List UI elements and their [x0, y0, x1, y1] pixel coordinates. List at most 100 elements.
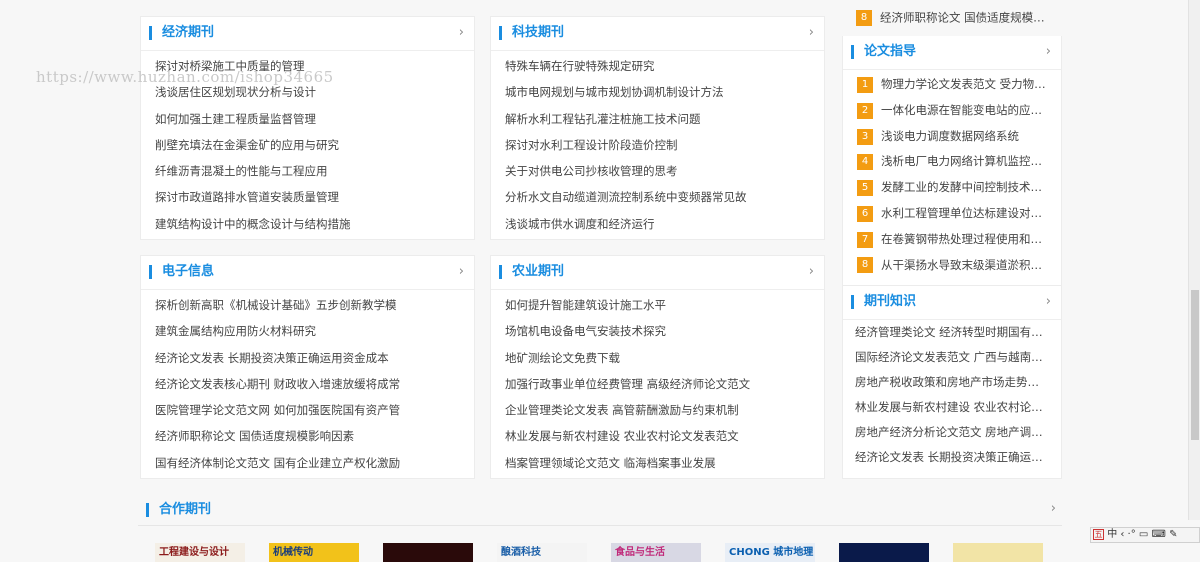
rank-badge: 6	[857, 205, 873, 222]
card-economy: 经济期刊 › 探讨对桥梁施工中质量的管理 浅谈居住区规划现状分析与设计 如何加强…	[140, 16, 475, 240]
card-guide: 论文指导 › 1 物理力学论文发表范文 受力物… 2 一体化电源在智能变电站的应… …	[842, 36, 1062, 286]
list-item[interactable]: 城市电网规划与城市规划协调机制设计方法	[505, 79, 824, 105]
journal-cover[interactable]: 工程建设与设计	[155, 543, 245, 562]
list-item[interactable]: 特殊车辆在行驶特殊规定研究	[505, 53, 824, 79]
journal-cover[interactable]	[839, 543, 929, 562]
chevron-right-icon[interactable]: ›	[1046, 44, 1051, 59]
card-header: 论文指导 ›	[843, 36, 1061, 70]
list-item[interactable]: 4 浅析电厂电力网络计算机监控…	[857, 149, 1061, 175]
list-item[interactable]: 探讨对水利工程设计阶段造价控制	[505, 132, 824, 158]
journal-cover-label: 酿酒科技	[501, 547, 541, 558]
list-item[interactable]: 档案管理领域论文范文 临海档案事业发展	[505, 450, 824, 476]
card-electronic: 电子信息 › 探析创新高职《机械设计基础》五步创新教学模 建筑金属结构应用防火材…	[140, 255, 475, 479]
list-item[interactable]: 企业管理类论文发表 高管薪酬激励与约束机制	[505, 397, 824, 423]
list-item-label: 水利工程管理单位达标建设对…	[881, 205, 1042, 220]
journal-cover[interactable]: 机械传动	[269, 543, 359, 562]
chevron-right-icon[interactable]: ›	[1051, 501, 1056, 516]
card-title: 农业期刊	[499, 265, 564, 279]
card-header: 期刊知识 ›	[843, 286, 1061, 320]
ime-toolbar[interactable]: 五 中 ‹ ·° ▭ ⌨ ✎	[1090, 527, 1200, 543]
chevron-right-icon[interactable]: ›	[459, 25, 464, 40]
coop-title: 合作期刊	[146, 503, 211, 517]
list-item[interactable]: 建筑金属结构应用防火材料研究	[155, 318, 474, 344]
journal-cover[interactable]: CHONG 城市地理	[725, 543, 815, 562]
list-item[interactable]: 房地产税收政策和房地产市场走势…	[855, 370, 1061, 395]
scrollbar-thumb[interactable]	[1191, 290, 1199, 440]
journal-cover-label: 机械传动	[273, 547, 313, 558]
coop-header: 合作期刊 ›	[138, 496, 1062, 526]
rank-badge: 8	[857, 257, 873, 274]
list-item[interactable]: 场馆机电设备电气安装技术探究	[505, 318, 824, 344]
card-header: 农业期刊 ›	[491, 256, 824, 290]
card-tech: 科技期刊 › 特殊车辆在行驶特殊规定研究 城市电网规划与城市规划协调机制设计方法…	[490, 16, 825, 240]
list-item[interactable]: 如何加强土建工程质量监督管理	[155, 106, 474, 132]
list-item[interactable]: 8 经济师职称论文 国债适度规模…	[856, 8, 1045, 26]
article-list: 经济管理类论文 经济转型时期国有… 国际经济论文发表范文 广西与越南… 房地产税…	[843, 320, 1061, 470]
list-item[interactable]: 国有经济体制论文范文 国有企业建立产权化激励	[155, 450, 474, 476]
list-item-label: 物理力学论文发表范文 受力物…	[881, 77, 1046, 91]
list-item[interactable]: 经济论文发表 长期投资决策正确运…	[855, 445, 1061, 470]
card-title: 论文指导	[851, 45, 916, 59]
article-list: 如何提升智能建筑设计施工水平 场馆机电设备电气安装技术探究 地矿测绘论文免费下载…	[491, 290, 824, 476]
article-list: 探析创新高职《机械设计基础》五步创新教学模 建筑金属结构应用防火材料研究 经济论…	[141, 290, 474, 476]
list-item-label: 经济师职称论文 国债适度规模…	[880, 10, 1045, 25]
journal-cover[interactable]	[953, 543, 1043, 562]
list-item[interactable]: 经济论文发表 长期投资决策正确运用资金成本	[155, 345, 474, 371]
card-title: 期刊知识	[851, 295, 916, 309]
list-item[interactable]: 地矿测绘论文免费下载	[505, 345, 824, 371]
journal-cover[interactable]	[383, 543, 473, 562]
list-item[interactable]: 房地产经济分析论文范文 房地产调…	[855, 420, 1061, 445]
list-item[interactable]: 7 在卷簧钢带热处理过程使用和…	[857, 227, 1061, 253]
list-item[interactable]: 国际经济论文发表范文 广西与越南…	[855, 345, 1061, 370]
list-item[interactable]: 2 一体化电源在智能变电站的应…	[857, 98, 1061, 124]
rank-list: 1 物理力学论文发表范文 受力物… 2 一体化电源在智能变电站的应… 3 浅谈电力调度…	[843, 70, 1061, 278]
journal-cover-label: CHONG 城市地理	[729, 547, 814, 558]
list-item-label: 浅谈电力调度数据网络系统	[881, 128, 1019, 143]
journal-cover[interactable]: 酿酒科技	[497, 543, 587, 562]
watermark: https://www.huzhan.com/ishop34665	[36, 68, 334, 86]
list-item[interactable]: 经济师职称论文 国债适度规模影响因素	[155, 423, 474, 449]
card-header: 科技期刊 ›	[491, 17, 824, 51]
list-item[interactable]: 经济论文发表核心期刊 财政收入增速放缓将成常	[155, 371, 474, 397]
vertical-scrollbar[interactable]	[1188, 0, 1200, 520]
card-title: 经济期刊	[149, 26, 214, 40]
list-item[interactable]: 建筑结构设计中的概念设计与结构措施	[155, 211, 474, 237]
card-title: 科技期刊	[499, 26, 564, 40]
list-item[interactable]: 经济管理类论文 经济转型时期国有…	[855, 320, 1061, 345]
chevron-right-icon[interactable]: ›	[809, 264, 814, 279]
card-agriculture: 农业期刊 › 如何提升智能建筑设计施工水平 场馆机电设备电气安装技术探究 地矿测…	[490, 255, 825, 479]
journal-cover-label: 工程建设与设计	[159, 547, 229, 558]
list-item[interactable]: 解析水利工程钻孔灌注桩施工技术问题	[505, 106, 824, 132]
list-item[interactable]: 关于对供电公司抄核收管理的思考	[505, 158, 824, 184]
rank-badge: 8	[856, 9, 872, 26]
chevron-right-icon[interactable]: ›	[459, 264, 464, 279]
list-item[interactable]: 削壁充填法在金渠金矿的应用与研究	[155, 132, 474, 158]
list-item-label: 浅析电厂电力网络计算机监控…	[881, 154, 1042, 169]
list-item[interactable]: 林业发展与新农村建设 农业农村论…	[855, 395, 1061, 420]
list-item-label: 一体化电源在智能变电站的应…	[881, 102, 1042, 117]
list-item[interactable]: 如何提升智能建筑设计施工水平	[505, 292, 824, 318]
cover-strip: 工程建设与设计 机械传动 酿酒科技 食品与生活 CHONG 城市地理	[155, 543, 1055, 562]
list-item[interactable]: 3 浅谈电力调度数据网络系统	[857, 124, 1061, 150]
list-item[interactable]: 医院管理学论文范文网 如何加强医院国有资产管	[155, 397, 474, 423]
card-title: 电子信息	[149, 265, 214, 279]
list-item[interactable]: 6 水利工程管理单位达标建设对…	[857, 201, 1061, 227]
list-item[interactable]: 1 物理力学论文发表范文 受力物…	[857, 72, 1061, 98]
chevron-right-icon[interactable]: ›	[1046, 294, 1051, 309]
list-item[interactable]: 林业发展与新农村建设 农业农村论文发表范文	[505, 423, 824, 449]
list-item[interactable]: 5 发酵工业的发酵中间控制技术…	[857, 175, 1061, 201]
journal-cover[interactable]: 食品与生活	[611, 543, 701, 562]
list-item[interactable]: 8 从干渠扬水导致末级渠道淤积…	[857, 253, 1061, 279]
list-item[interactable]: 浅谈城市供水调度和经济运行	[505, 211, 824, 237]
ime-logo-icon: 五	[1093, 528, 1104, 540]
list-item[interactable]: 分析水文自动缆道测流控制系统中变频器常见故	[505, 184, 824, 210]
list-item[interactable]: 加强行政事业单位经费管理 高级经济师论文范文	[505, 371, 824, 397]
rank-badge: 2	[857, 102, 873, 119]
chevron-right-icon[interactable]: ›	[809, 25, 814, 40]
list-item[interactable]: 纤维沥青混凝土的性能与工程应用	[155, 158, 474, 184]
list-item-label: 在卷簧钢带热处理过程使用和…	[881, 231, 1042, 246]
rank-badge: 1	[857, 76, 873, 93]
list-item[interactable]: 探讨市政道路排水管道安装质量管理	[155, 184, 474, 210]
list-item-label: 发酵工业的发酵中间控制技术…	[881, 180, 1042, 195]
list-item[interactable]: 探析创新高职《机械设计基础》五步创新教学模	[155, 292, 474, 318]
